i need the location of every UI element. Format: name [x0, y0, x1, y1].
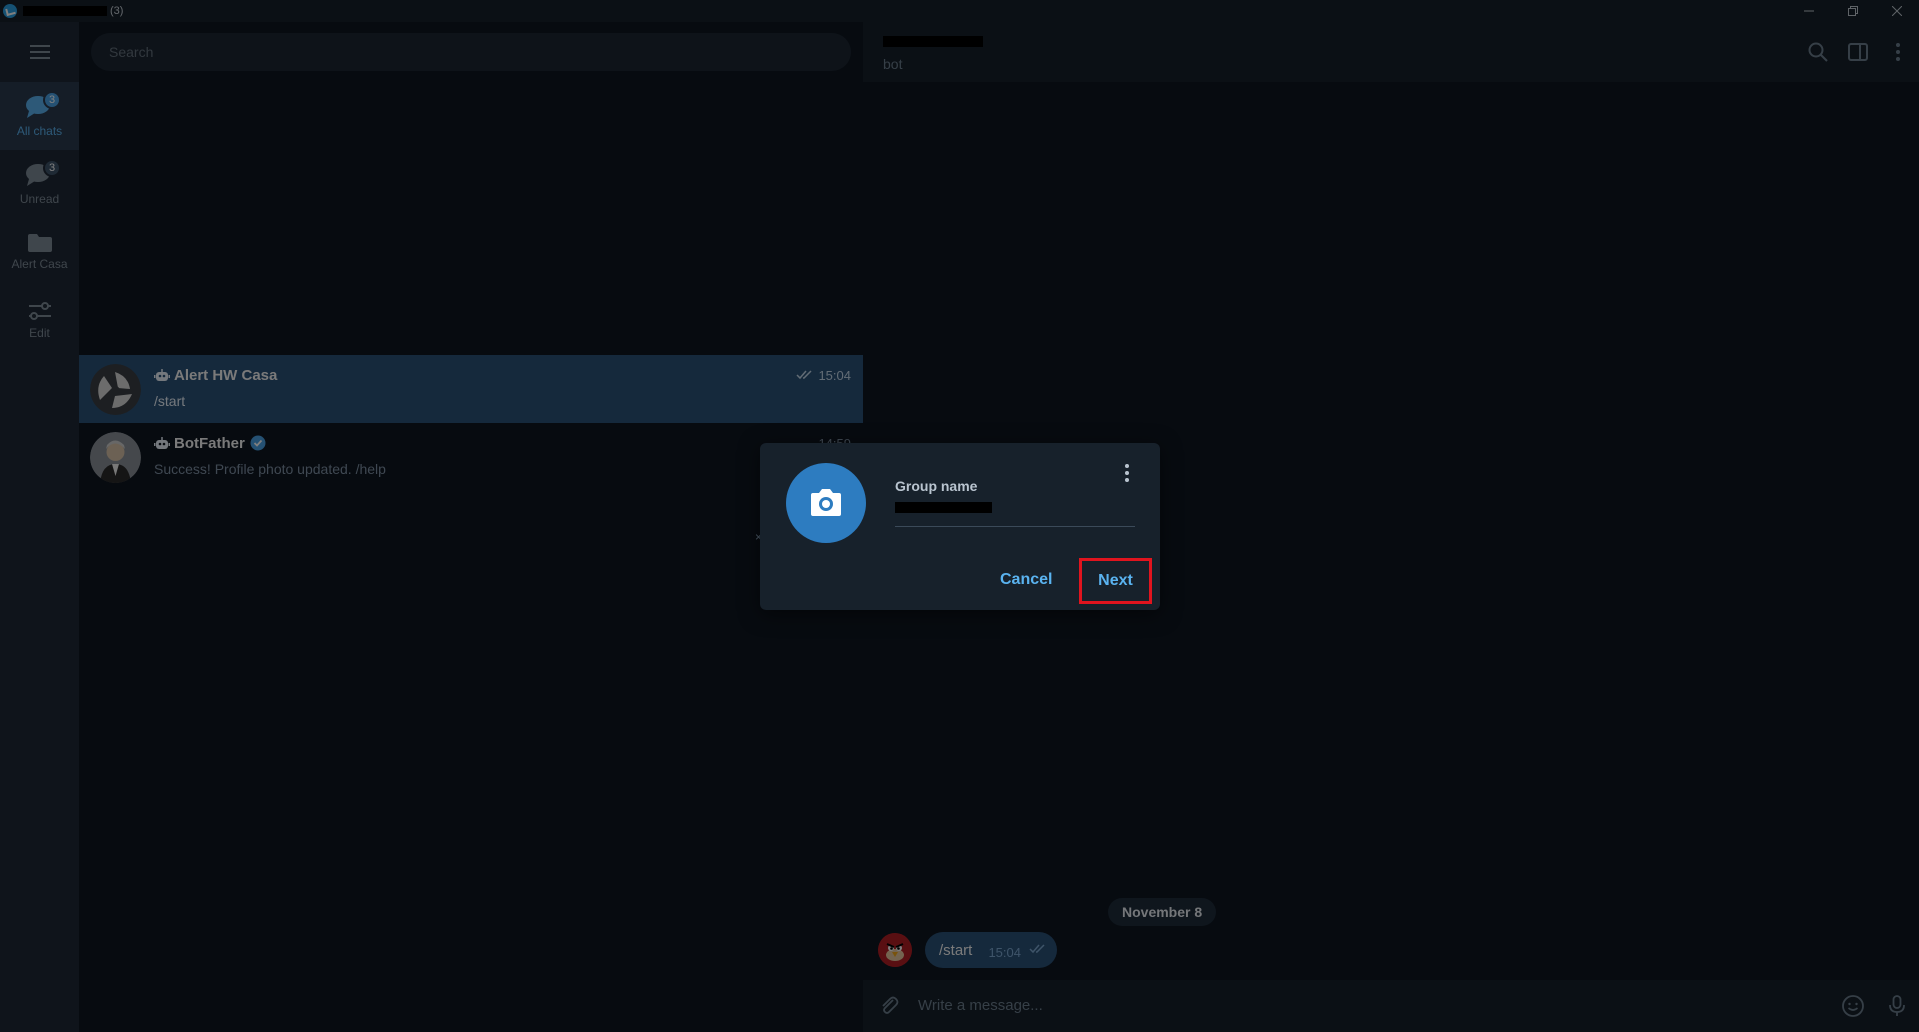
input-underline: [895, 526, 1135, 527]
group-name-input[interactable]: [895, 502, 992, 513]
set-group-photo-button[interactable]: [786, 463, 866, 543]
new-group-dialog: Group name Cancel Next: [760, 443, 1160, 610]
more-vertical-icon[interactable]: [1124, 463, 1130, 483]
group-name-label: Group name: [895, 478, 978, 494]
camera-icon: [811, 489, 841, 516]
cancel-button[interactable]: Cancel: [1000, 571, 1052, 589]
next-button[interactable]: Next: [1079, 558, 1152, 604]
